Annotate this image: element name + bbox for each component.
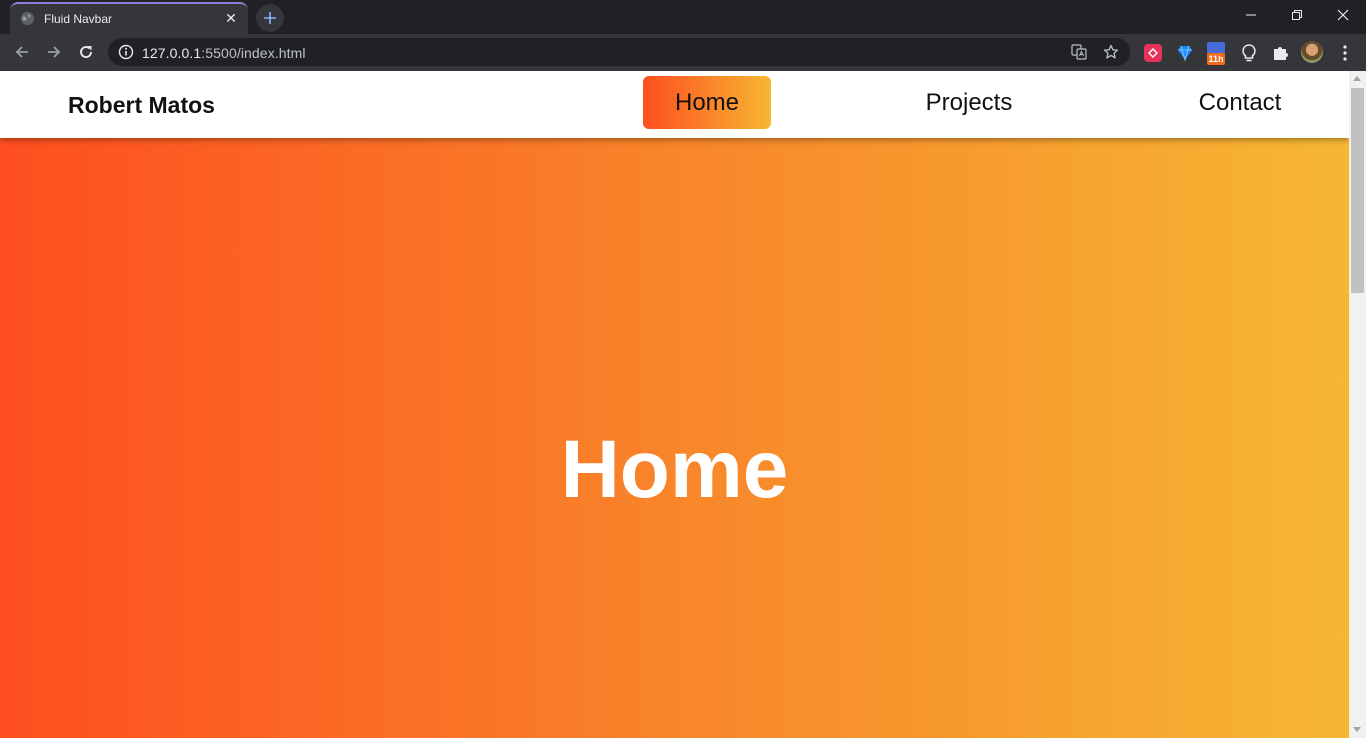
site-navbar: Robert Matos Home Projects Contact xyxy=(0,71,1349,138)
extension-diamond-icon[interactable] xyxy=(1175,43,1195,63)
extension-calendar-icon[interactable]: 11h xyxy=(1205,42,1227,66)
arrow-left-icon xyxy=(15,46,28,58)
extension-badge: 11h xyxy=(1207,53,1225,65)
url-path: :5500/index.html xyxy=(201,45,306,61)
back-button[interactable] xyxy=(10,40,34,64)
scroll-down-arrow-icon[interactable] xyxy=(1353,727,1361,732)
nav-link-home[interactable]: Home xyxy=(643,76,771,129)
extension-red-app-icon[interactable] xyxy=(1143,43,1163,63)
minimize-icon xyxy=(1246,14,1256,16)
restore-button[interactable] xyxy=(1274,0,1320,30)
minimize-button[interactable] xyxy=(1228,0,1274,30)
reload-button[interactable] xyxy=(74,40,98,64)
close-window-button[interactable] xyxy=(1320,0,1366,30)
scrollbar-thumb[interactable] xyxy=(1351,88,1364,293)
browser-toolbar: 127.0.0.1:5500/index.html 11h xyxy=(0,34,1366,71)
more-menu-icon[interactable] xyxy=(1335,43,1355,63)
lightbulb-icon[interactable] xyxy=(1239,43,1259,63)
nav-link-projects[interactable]: Projects xyxy=(905,76,1033,129)
profile-avatar[interactable] xyxy=(1301,41,1323,63)
globe-icon xyxy=(20,11,35,26)
nav-link-contact[interactable]: Contact xyxy=(1176,76,1304,129)
page-scrollbar[interactable] xyxy=(1349,71,1366,738)
reload-icon xyxy=(80,46,92,58)
address-bar[interactable]: 127.0.0.1:5500/index.html xyxy=(108,38,1130,66)
url-text: 127.0.0.1:5500/index.html xyxy=(142,45,306,61)
forward-button[interactable] xyxy=(42,40,66,64)
info-icon[interactable] xyxy=(118,44,134,60)
close-icon xyxy=(1337,9,1349,21)
restore-icon xyxy=(1292,10,1302,20)
close-tab-icon[interactable]: ✕ xyxy=(222,9,240,27)
url-host: 127.0.0.1 xyxy=(142,45,202,61)
bookmark-star-icon[interactable] xyxy=(1103,44,1119,60)
extensions-puzzle-icon[interactable] xyxy=(1271,43,1291,63)
hero-title: Home xyxy=(560,424,789,515)
arrow-right-icon xyxy=(48,46,61,58)
plus-icon xyxy=(264,12,276,24)
site-brand[interactable]: Robert Matos xyxy=(68,92,215,119)
scroll-up-arrow-icon[interactable] xyxy=(1353,76,1361,81)
page-viewport: Robert Matos Home Projects Contact Home xyxy=(0,71,1349,738)
tab-title: Fluid Navbar xyxy=(44,12,113,26)
translate-icon[interactable] xyxy=(1071,44,1087,60)
browser-tabstrip: Fluid Navbar ✕ xyxy=(0,0,1366,34)
browser-tab[interactable]: Fluid Navbar ✕ xyxy=(10,2,248,34)
new-tab-button[interactable] xyxy=(256,4,284,32)
